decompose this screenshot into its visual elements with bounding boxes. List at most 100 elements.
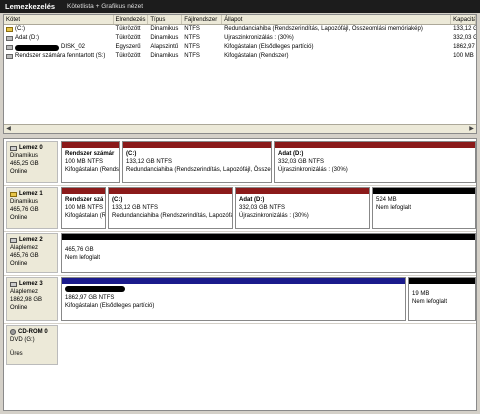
system-drive-icon [6, 27, 13, 32]
partition-status: Kifogástalan (Elsődleges partíció) [65, 303, 155, 309]
volume-layout: Tükrözött [115, 53, 141, 59]
partition-status: Nem lefoglalt [376, 205, 412, 211]
column-header-filesystem[interactable]: Fájlrendszer [182, 15, 223, 24]
title-bar: Lemezkezelés Kötetlista + Grafikus nézet [0, 0, 480, 13]
volume-row[interactable]: Adat (D:) Tükrözött Dinamikus NTFS Újras… [4, 34, 476, 43]
disk-size: 465,25 GB [10, 161, 39, 167]
column-header-type[interactable]: Típus [148, 15, 183, 24]
partition-size: 133,12 GB NTFS [126, 159, 173, 165]
volume-name: DISK_02 [61, 44, 86, 50]
disk-row[interactable]: Lemez 0 Dinamikus 465,25 GB Online Rends… [4, 141, 476, 183]
volume-row[interactable]: Rendszer számára fenntartott (S:) Tükröz… [4, 52, 476, 61]
disk-type: Alaplemez [10, 289, 39, 295]
volume-type: Dinamikus [150, 26, 179, 32]
volume-list[interactable]: Kötet Elrendezés Típus Fájlrendszer Álla… [3, 14, 477, 134]
disk-type: DVD (G:) [10, 337, 35, 343]
disk-name: Lemez 0 [19, 145, 43, 151]
partition-size: 465,76 GB [65, 247, 94, 253]
disk-info[interactable]: Lemez 3 Alaplemez 1862,98 GB Online [6, 277, 58, 321]
partition-size: 100 MB NTFS [65, 159, 104, 165]
drive-icon [6, 36, 13, 41]
volume-type: Dinamikus [150, 53, 179, 59]
volume-status: Kifogástalan (Elsődleges partíció) [224, 44, 314, 50]
disk-row[interactable]: Lemez 1 Dinamikus 465,76 GB Online Rends… [4, 187, 476, 229]
column-header-volume[interactable]: Kötet [4, 15, 114, 24]
disk-name: Lemez 3 [19, 281, 43, 287]
disk-icon [10, 237, 17, 243]
volume-row[interactable]: DISK_02 Egyszerű Alapszintű NTFS Kifogás… [4, 43, 476, 52]
row-divider [4, 275, 476, 276]
disk-state: Online [10, 305, 28, 311]
partition[interactable]: Adat (D:) 332,03 GB NTFS Újraszinkronizá… [274, 141, 476, 183]
partition-unallocated[interactable]: 19 MB Nem lefoglalt [408, 277, 476, 321]
disk-type: Dinamikus [10, 199, 39, 205]
partition[interactable]: (C:) 133,12 GB NTFS Redundanciahiba (Ren… [108, 187, 233, 229]
disk-row[interactable]: Lemez 2 Alaplemez 465,76 GB Online 465,7… [4, 233, 476, 273]
partition-unallocated[interactable]: 465,76 GB Nem lefoglalt [61, 233, 476, 273]
volume-name: Adat (D:) [15, 35, 40, 41]
partition-size: 1862,97 GB NTFS [65, 295, 115, 301]
volume-layout: Tükrözött [115, 26, 141, 32]
volume-fs: NTFS [184, 44, 200, 50]
disk-row[interactable]: Lemez 3 Alaplemez 1862,98 GB Online 1862… [4, 277, 476, 321]
disk-name: CD-ROM 0 [18, 329, 48, 335]
volume-capacity: 100 MB [453, 53, 474, 59]
partition-size: 133,12 GB NTFS [112, 205, 159, 211]
disk-icon [10, 281, 17, 287]
column-header-layout[interactable]: Elrendezés [114, 15, 149, 24]
partition[interactable]: 1862,97 GB NTFS Kifogástalan (Elsődleges… [61, 277, 406, 321]
disk-state: Online [10, 169, 28, 175]
disk-info[interactable]: Lemez 0 Dinamikus 465,25 GB Online [6, 141, 58, 183]
partition-status: Újraszinkronizálás : (30%) [239, 213, 309, 219]
disk-graphical-view[interactable]: Lemez 0 Dinamikus 465,25 GB Online Rends… [3, 138, 477, 411]
row-divider [4, 323, 476, 324]
partition-size: 100 MB NTFS [65, 205, 104, 211]
partition-size: 332,03 GB NTFS [239, 205, 286, 211]
column-header-capacity[interactable]: Kapacitás [451, 15, 476, 24]
volume-type: Alapszintű [150, 44, 179, 50]
partition-strip: Rendszer szá 100 MB NTFS Kifogástalan (R… [61, 187, 476, 229]
disk-info[interactable]: Lemez 1 Dinamikus 465,76 GB Online [6, 187, 58, 229]
app-title: Lemezkezelés [5, 2, 56, 11]
partition[interactable]: Adat (D:) 332,03 GB NTFS Újraszinkronizá… [235, 187, 370, 229]
volume-status: Redundanciahiba (Rendszerindítás, Lapozó… [224, 26, 423, 32]
partition-label: (C:) [112, 197, 123, 203]
scroll-right-icon[interactable]: ▶ [467, 125, 476, 134]
column-header-status[interactable]: Állapot [222, 15, 452, 24]
partition[interactable]: Rendszer számár 100 MB NTFS Kifogástalan… [61, 141, 120, 183]
partition-unallocated[interactable]: 524 MB Nem lefoglalt [372, 187, 476, 229]
partition-size: 332,03 GB NTFS [278, 159, 325, 165]
volume-fs: NTFS [184, 26, 200, 32]
partition-status: Redundanciahiba (Rendszerindítás, Lapozó… [112, 213, 232, 219]
scroll-left-icon[interactable]: ◀ [4, 125, 13, 134]
partition-label: Rendszer szá [65, 197, 104, 203]
disk-type: Alaplemez [10, 245, 39, 251]
partition-status: Nem lefoglalt [412, 299, 448, 305]
disk-row[interactable]: CD-ROM 0 DVD (G:) Üres [4, 325, 476, 365]
volume-name: (C:) [15, 26, 25, 32]
redacted-text [15, 44, 59, 51]
partition-strip: 1862,97 GB NTFS Kifogástalan (Elsődleges… [61, 277, 476, 321]
volume-list-header: Kötet Elrendezés Típus Fájlrendszer Álla… [4, 15, 476, 25]
disk-info[interactable]: Lemez 2 Alaplemez 465,76 GB Online [6, 233, 58, 273]
redacted-text [65, 286, 125, 293]
volume-capacity: 133,12 GB [453, 26, 476, 32]
disk-size: 465,76 GB [10, 207, 39, 213]
volume-fs: NTFS [184, 53, 200, 59]
partition[interactable]: Rendszer szá 100 MB NTFS Kifogástalan (R… [61, 187, 106, 229]
disk-info[interactable]: CD-ROM 0 DVD (G:) Üres [6, 325, 58, 365]
partition-strip: Rendszer számár 100 MB NTFS Kifogástalan… [61, 141, 476, 183]
partition[interactable]: (C:) 133,12 GB NTFS Redundanciahiba (Ren… [122, 141, 272, 183]
horizontal-scrollbar[interactable]: ◀ ▶ [4, 124, 476, 133]
disk-state: Online [10, 261, 28, 267]
volume-row[interactable]: (C:) Tükrözött Dinamikus NTFS Redundanci… [4, 25, 476, 34]
partition-label: Adat (D:) [239, 197, 265, 203]
system-disk-icon [10, 191, 17, 197]
partition-strip: 465,76 GB Nem lefoglalt [61, 233, 476, 273]
disk-icon [10, 145, 17, 151]
partition-status: Redundanciahiba (Rendszerindítás, Lapozó… [126, 167, 271, 173]
drive-icon [6, 54, 13, 59]
disk-type: Dinamikus [10, 153, 39, 159]
disk-name: Lemez 2 [19, 237, 43, 243]
volume-name: Rendszer számára fenntartott (S:) [15, 53, 106, 59]
